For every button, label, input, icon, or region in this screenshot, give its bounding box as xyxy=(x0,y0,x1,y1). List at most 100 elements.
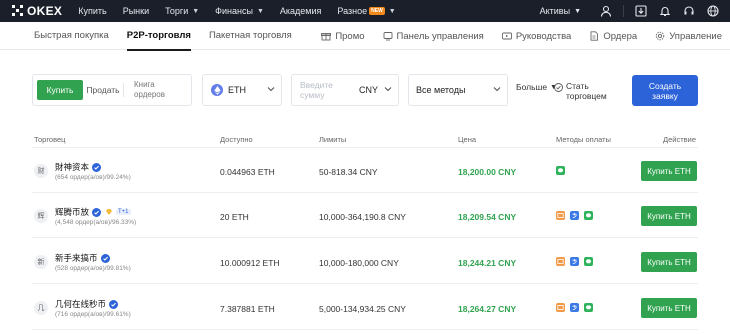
assets-menu[interactable]: Активы ▼ xyxy=(540,6,581,16)
bank-card-icon xyxy=(556,257,565,266)
link-orders[interactable]: Ордера xyxy=(589,31,637,42)
amount-placeholder: Введите сумму xyxy=(300,80,333,100)
table-header: Торговец Доступно Лимиты Цена Методы опл… xyxy=(32,132,698,148)
eth-icon xyxy=(211,84,223,96)
assets-label: Активы xyxy=(539,6,571,16)
download-icon[interactable] xyxy=(634,4,648,18)
table-row: 辉 辉腾币放 T+1 (4,548 ордер(а/ов)/96.33%) 20… xyxy=(32,194,698,238)
chevron-down-icon xyxy=(267,87,275,92)
buy-eth-button[interactable]: Купить ETH xyxy=(641,161,697,181)
buy-toggle-button[interactable]: Купить xyxy=(37,80,83,100)
limits: 5,000-134,934.25 CNY xyxy=(319,304,406,314)
merchant-name-link[interactable]: 辉腾币放 T+1 xyxy=(55,206,131,218)
nav-item-label: Разное xyxy=(337,6,368,16)
headset-icon[interactable] xyxy=(682,4,696,18)
available-amount: 10.000912 ETH xyxy=(220,258,280,268)
become-merchant-link[interactable]: Стать торговцем xyxy=(554,81,607,101)
limits: 10,000-364,190.8 CNY xyxy=(319,212,406,222)
merchant-stats: (4,548 ордер(а/ов)/96.33%) xyxy=(55,219,137,226)
dashboard-icon xyxy=(383,32,392,41)
coin-select[interactable]: ETH xyxy=(202,74,282,106)
price: 18,209.54 CNY xyxy=(458,212,517,222)
buy-eth-button[interactable]: Купить ETH xyxy=(641,298,697,318)
avatar: 辉 xyxy=(34,209,48,223)
nav-item-more[interactable]: Разное NEW ▼ xyxy=(337,6,395,16)
payment-methods xyxy=(556,257,598,266)
user-icon[interactable] xyxy=(599,4,613,18)
sub-navigation: Быстрая покупка P2P-торговля Пакетная то… xyxy=(0,22,730,51)
more-filters-button[interactable]: Больше ▼ xyxy=(516,82,557,92)
merchant-name-link[interactable]: 几何在线秒币 xyxy=(55,298,119,310)
main-menu: Купить Рынки Торги ▼ Финансы ▼ Академия Ра… xyxy=(78,6,412,16)
link-settings[interactable]: Управление xyxy=(655,31,722,42)
link-label: Руководства xyxy=(515,30,572,42)
top-navigation-bar: OKEX Купить Рынки Торги ▼ Финансы ▼ Академ… xyxy=(0,0,730,22)
header-payment-methods: Методы оплаты xyxy=(556,135,611,144)
wechat-pay-icon xyxy=(556,166,565,175)
nav-item-label: Купить xyxy=(78,6,107,16)
verified-icon xyxy=(92,162,102,172)
table-row: 财 財神资本 (654 ордер(а/ов)/99.24%) 0.044963… xyxy=(32,149,698,193)
chevron-down-icon[interactable] xyxy=(384,85,392,93)
order-book-toggle[interactable]: Книга ордеров xyxy=(134,80,165,100)
header-action: Действие xyxy=(663,135,696,144)
merchant-stats: (654 ордер(а/ов)/99.24%) xyxy=(55,174,131,181)
logo-text: OKEX xyxy=(27,4,63,18)
currency-select-value[interactable]: CNY xyxy=(359,85,378,95)
subnav-links: Промо Панель управления Руководства Орде… xyxy=(321,22,730,50)
nav-item-label: Торги xyxy=(165,6,189,16)
merchant-name: 新手来搞币 xyxy=(55,253,98,263)
bell-icon[interactable] xyxy=(658,4,672,18)
buy-eth-button[interactable]: Купить ETH xyxy=(641,252,697,272)
amount-input[interactable]: Введите сумму CNY xyxy=(291,74,399,106)
create-order-line1: Создать xyxy=(648,80,682,91)
divider xyxy=(623,5,624,17)
create-order-button[interactable]: Создать заявку xyxy=(632,75,698,106)
new-badge: NEW xyxy=(369,7,385,15)
payment-methods xyxy=(556,211,598,220)
coin-select-value: ETH xyxy=(228,85,246,95)
merchant-name-link[interactable]: 財神资本 xyxy=(55,161,102,173)
nav-item-academy[interactable]: Академия xyxy=(280,6,322,16)
merchant-stats: (528 ордер(а/ов)/99.81%) xyxy=(55,265,131,272)
verified-icon xyxy=(109,299,119,309)
okex-logo[interactable]: OKEX xyxy=(12,4,62,18)
merchant-tier: T+1 xyxy=(105,208,131,216)
nav-right-tools: Активы ▼ xyxy=(540,0,730,22)
alipay-icon xyxy=(570,211,579,220)
link-guides[interactable]: Руководства xyxy=(501,30,572,42)
verified-icon xyxy=(92,207,102,217)
merchant-name: 几何在线秒币 xyxy=(55,299,107,309)
payment-method-value: Все методы xyxy=(416,85,466,95)
merchant-name-link[interactable]: 新手来搞币 xyxy=(55,252,110,264)
more-label: Больше xyxy=(516,82,548,92)
nav-item-trade[interactable]: Торги ▼ xyxy=(165,6,199,16)
link-label: Панель управления xyxy=(396,30,484,42)
sell-toggle-button[interactable]: Продать xyxy=(83,85,123,95)
tab-label: P2P-торговля xyxy=(126,30,191,41)
wechat-pay-icon xyxy=(584,303,593,312)
link-promo[interactable]: Промо xyxy=(321,31,365,42)
merchant-name: 財神资本 xyxy=(55,162,90,172)
available-amount: 20 ETH xyxy=(220,212,249,222)
wechat-pay-icon xyxy=(584,257,593,266)
buy-eth-button[interactable]: Купить ETH xyxy=(641,206,697,226)
header-available: Доступно xyxy=(220,135,253,144)
chevron-down-icon: ▼ xyxy=(388,7,396,15)
link-dashboard[interactable]: Панель управления xyxy=(383,31,484,42)
tab-label: Быстрая покупка xyxy=(34,30,109,41)
table-row: 新 新手来搞币 (528 ордер(а/ов)/99.81%) 10.0009… xyxy=(32,240,698,284)
globe-icon[interactable] xyxy=(706,4,720,18)
chevron-down-icon xyxy=(493,87,501,92)
avatar: 财 xyxy=(34,164,48,178)
tab-batch-trading[interactable]: Пакетная торговля xyxy=(209,22,292,50)
alipay-icon xyxy=(570,303,579,312)
tab-p2p-trading[interactable]: P2P-торговля xyxy=(126,22,192,51)
buy-sell-switch: Купить Продать Книга ордеров xyxy=(32,74,192,106)
nav-item-markets[interactable]: Рынки xyxy=(123,6,149,16)
nav-item-label: Рынки xyxy=(122,6,150,16)
nav-item-finance[interactable]: Финансы ▼ xyxy=(215,6,264,16)
tab-quick-buy[interactable]: Быстрая покупка xyxy=(34,22,109,50)
payment-method-select[interactable]: Все методы xyxy=(408,74,508,106)
nav-item-buy[interactable]: Купить xyxy=(78,6,106,16)
